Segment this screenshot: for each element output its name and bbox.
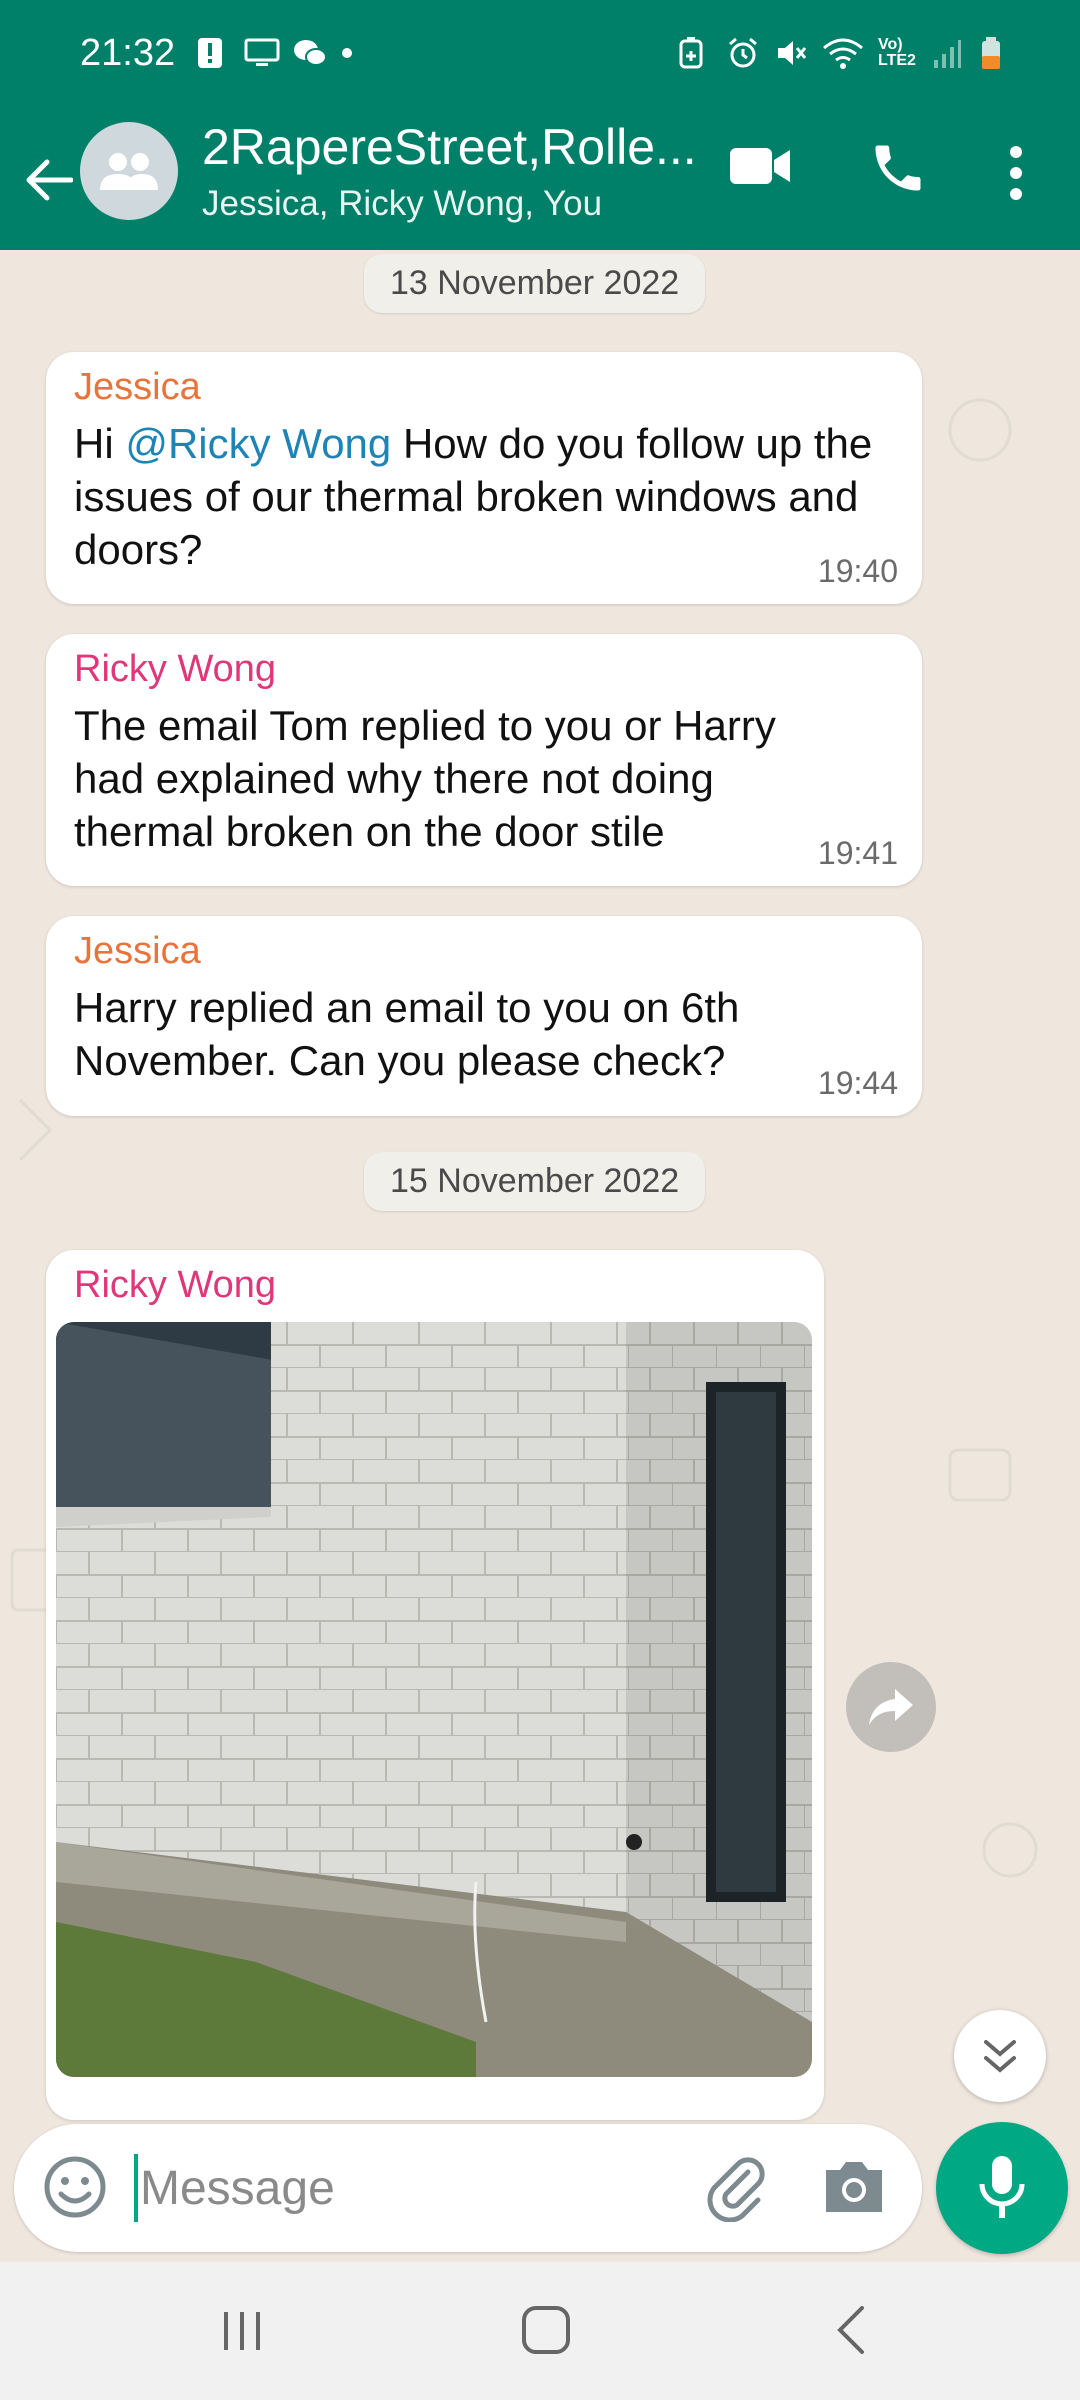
volte-icon: Vo) LTE2 xyxy=(878,36,916,69)
message-sender: Jessica xyxy=(74,366,201,408)
wifi-icon xyxy=(822,36,864,70)
scroll-to-bottom-button[interactable] xyxy=(954,2010,1046,2102)
chat-title[interactable]: 2RapereStreet,Rolle... xyxy=(202,118,702,176)
microphone-icon xyxy=(979,2156,1025,2218)
home-icon xyxy=(522,2306,570,2354)
message-time: 19:41 xyxy=(817,835,898,871)
paperclip-icon xyxy=(707,2157,765,2223)
wechat-icon xyxy=(292,36,327,70)
status-left-icons xyxy=(196,36,354,70)
alarm-icon xyxy=(726,36,760,70)
message-time: 19:44 xyxy=(817,1065,898,1101)
text-cursor xyxy=(134,2154,138,2222)
message-prefix: Hi xyxy=(74,420,126,467)
status-bar: 21:32 Vo) LTE2 xyxy=(0,0,1080,112)
recent-apps-button[interactable] xyxy=(212,2306,272,2356)
message-bubble[interactable]: Ricky Wong The email Tom replied to you … xyxy=(46,634,922,886)
battery-saver-icon xyxy=(678,36,712,70)
group-avatar[interactable] xyxy=(80,122,178,220)
arrow-left-icon xyxy=(26,159,73,201)
date-chip: 15 November 2022 xyxy=(364,1152,706,1211)
monitor-icon xyxy=(244,36,280,70)
video-camera-icon xyxy=(730,148,790,184)
camera-button[interactable] xyxy=(820,2156,888,2218)
camera-icon xyxy=(826,2162,882,2212)
attach-button[interactable] xyxy=(700,2152,770,2223)
more-options-button[interactable] xyxy=(996,138,1036,208)
message-sender: Ricky Wong xyxy=(74,648,277,690)
dot-icon xyxy=(340,36,354,70)
status-right-icons: Vo) LTE2 xyxy=(678,36,1002,70)
image-message-bubble[interactable]: Ricky Wong xyxy=(46,1250,824,2120)
voice-message-button[interactable] xyxy=(936,2122,1068,2254)
message-composer xyxy=(14,2124,922,2252)
signal-icon xyxy=(932,36,966,70)
back-button[interactable] xyxy=(18,142,78,218)
message-sender: Ricky Wong xyxy=(74,1264,277,1306)
message-sender: Jessica xyxy=(74,930,201,972)
group-icon xyxy=(100,153,158,190)
message-bubble[interactable]: Jessica Harry replied an email to you on… xyxy=(46,916,922,1116)
recents-icon xyxy=(224,2312,260,2350)
forward-arrow-icon xyxy=(869,1689,913,1725)
emoji-button[interactable] xyxy=(42,2154,108,2220)
voice-call-button[interactable] xyxy=(868,138,934,204)
more-vertical-icon xyxy=(1010,146,1022,200)
chevron-double-down-icon xyxy=(984,2040,1016,2073)
emoji-icon xyxy=(44,2156,106,2218)
phone-icon xyxy=(875,145,921,191)
chat-participants[interactable]: Jessica, Ricky Wong, You xyxy=(202,184,602,224)
status-time: 21:32 xyxy=(80,32,176,74)
message-text: Harry replied an email to you on 6th Nov… xyxy=(74,984,740,1084)
battery-icon xyxy=(980,36,1002,70)
mention-link[interactable]: @Ricky Wong xyxy=(125,420,391,467)
chat-header: 2RapereStreet,Rolle... Jessica, Ricky Wo… xyxy=(0,112,1080,250)
message-text: Hi @Ricky Wong How do you follow up the … xyxy=(74,417,894,576)
video-call-button[interactable] xyxy=(728,142,798,206)
date-chip: 13 November 2022 xyxy=(364,254,706,313)
system-nav-bar xyxy=(0,2262,1080,2400)
alert-icon xyxy=(196,36,230,70)
nav-back-button[interactable] xyxy=(826,2302,876,2358)
message-time: 19:40 xyxy=(817,553,898,589)
chat-messages[interactable]: 13 November 2022 Jessica Hi @Ricky Wong … xyxy=(0,250,1080,2130)
forward-button[interactable] xyxy=(846,1662,936,1752)
mute-icon xyxy=(774,36,808,70)
chevron-left-icon xyxy=(837,2306,864,2354)
message-text: The email Tom replied to you or Harry ha… xyxy=(74,702,776,855)
message-bubble[interactable]: Jessica Hi @Ricky Wong How do you follow… xyxy=(46,352,922,604)
message-photo[interactable] xyxy=(56,1322,812,2077)
home-button[interactable] xyxy=(518,2302,574,2358)
message-input[interactable] xyxy=(140,2144,660,2232)
